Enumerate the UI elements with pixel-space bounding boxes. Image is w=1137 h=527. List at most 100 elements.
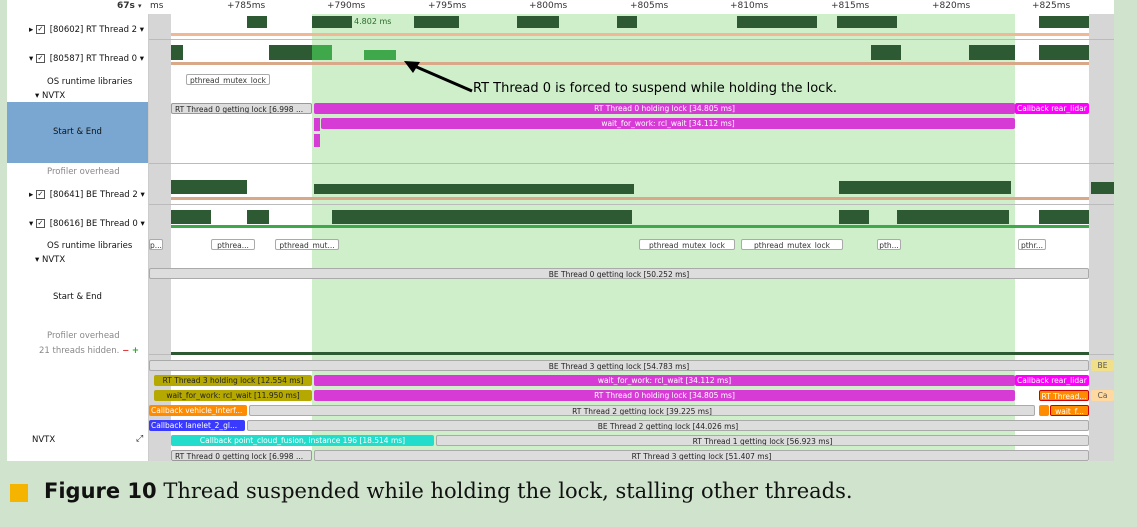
collapse-arrow-icon[interactable]: ▾: [29, 219, 33, 229]
nvtx-range[interactable]: RT Thread 0 getting lock [6.998 ...: [171, 450, 312, 461]
collapse-arrow-icon[interactable]: ▾: [35, 255, 39, 265]
time-ruler[interactable]: 67s ▾ ms +785ms +790ms +795ms +800ms +80…: [7, 0, 1114, 15]
checkbox-icon[interactable]: ✓: [35, 219, 45, 228]
start-end-label: Start & End: [53, 127, 102, 137]
os-runtime-call[interactable]: pthread_mutex_lock: [186, 74, 270, 85]
os-runtime-call[interactable]: p...: [149, 239, 163, 250]
nvtx-range[interactable]: BE Thread 3 getting lock [54.783 ms]: [149, 360, 1089, 371]
nvtx-range[interactable]: BE Thread 2 getting lock [44.026 ms]: [247, 420, 1089, 431]
nvtx-range[interactable]: BE Thread 0 getting lock [50.252 ms]: [149, 268, 1089, 279]
activity-block[interactable]: [839, 181, 1011, 194]
expand-icon[interactable]: ⤢: [136, 434, 143, 444]
activity-block[interactable]: [737, 16, 817, 28]
os-runtime-call[interactable]: pth...: [877, 239, 901, 250]
activity-block[interactable]: [364, 50, 396, 60]
activity-block[interactable]: [414, 16, 459, 28]
thread-label: [80587] RT Thread 0: [49, 54, 138, 64]
hidden-threads-label: 21 threads hidden.: [39, 346, 120, 356]
activity-block[interactable]: [314, 184, 634, 194]
tick-label: +795ms: [428, 1, 467, 11]
minus-icon[interactable]: −: [122, 346, 129, 356]
activity-block[interactable]: [171, 45, 183, 60]
chevron-down-icon[interactable]: ▾: [141, 219, 145, 229]
expand-arrow-icon[interactable]: ▸: [29, 25, 33, 35]
tick-label: +820ms: [932, 1, 971, 11]
activity-block[interactable]: [1039, 210, 1089, 224]
activity-block[interactable]: [839, 210, 869, 224]
nvtx-range[interactable]: RT Thread 3 holding lock [12.554 ms]: [154, 375, 312, 386]
activity-block[interactable]: [1039, 16, 1089, 28]
nvtx-range[interactable]: Ca: [1091, 390, 1114, 401]
os-runtime-call[interactable]: pthread_mutex_lock: [741, 239, 843, 250]
cpu-usage-strip: [171, 197, 1089, 200]
zoom-dropdown-icon[interactable]: ▾: [138, 2, 142, 10]
activity-block[interactable]: [247, 16, 267, 28]
nvtx-range[interactable]: Callback rear_lidar: [1015, 375, 1089, 386]
os-runtime-call[interactable]: pthread_mutex_lock: [639, 239, 735, 250]
annotation-arrow-icon: [404, 61, 473, 93]
cpu-usage-strip: [171, 33, 1089, 36]
activity-block[interactable]: [247, 210, 269, 224]
nvtx-marker[interactable]: [314, 118, 320, 131]
collapse-arrow-icon[interactable]: ▾: [35, 91, 39, 101]
nvtx-range[interactable]: wait_for_work: rcl_wait [34.112 ms]: [314, 375, 1015, 386]
nvtx-range[interactable]: BE: [1091, 360, 1114, 371]
nvtx-range[interactable]: RT Thread 0 getting lock [6.998 ...: [171, 103, 312, 114]
nvtx-range[interactable]: Callback vehicle_interf...: [149, 405, 247, 416]
checkbox-icon[interactable]: ✓: [35, 54, 45, 63]
activity-block[interactable]: [171, 180, 247, 194]
nvtx-range[interactable]: RT Thread 0 holding lock [34.805 ms]: [314, 103, 1015, 114]
chevron-down-icon[interactable]: ▾: [140, 54, 144, 64]
checkbox-icon[interactable]: ✓: [35, 25, 45, 34]
chevron-down-icon[interactable]: ▾: [141, 190, 145, 200]
nvtx-range[interactable]: wait_f...: [1050, 405, 1089, 416]
nvtx-range[interactable]: Callback point_cloud_fusion, instance 19…: [171, 435, 434, 446]
tick-label: +800ms: [529, 1, 568, 11]
os-runtime-call[interactable]: pthread_mut...: [275, 239, 339, 250]
cpu-usage-strip: [171, 62, 1089, 65]
activity-block[interactable]: [312, 45, 332, 60]
os-runtime-call[interactable]: pthrea...: [211, 239, 255, 250]
nvtx-marker[interactable]: [314, 134, 320, 147]
nvtx-range[interactable]: RT Thread 3 getting lock [51.407 ms]: [314, 450, 1089, 461]
zoom-level[interactable]: 67s: [117, 1, 135, 11]
plus-icon[interactable]: +: [132, 346, 139, 356]
nvtx-range[interactable]: wait_for_work: rcl_wait [34.112 ms]: [321, 118, 1015, 129]
os-runtime-call[interactable]: pthr...: [1018, 239, 1046, 250]
activity-block[interactable]: [871, 45, 901, 60]
nvtx-range[interactable]: RT Thread 0 holding lock [34.805 ms]: [314, 390, 1015, 401]
nvtx-range[interactable]: RT Thread...: [1039, 390, 1089, 401]
nvtx-range[interactable]: [1039, 405, 1049, 416]
nvtx-label: NVTX: [41, 91, 66, 101]
activity-block: [171, 352, 1089, 355]
activity-block[interactable]: [1091, 182, 1114, 194]
activity-block[interactable]: [617, 16, 637, 28]
activity-block[interactable]: [517, 16, 559, 28]
collapse-arrow-icon[interactable]: ▾: [29, 54, 33, 64]
chevron-down-icon[interactable]: ▾: [140, 25, 144, 35]
activity-block[interactable]: [171, 210, 211, 224]
tick-label: +785ms: [227, 1, 266, 11]
activity-block[interactable]: [312, 16, 352, 28]
caption-body: Thread suspended while holding the lock,…: [163, 479, 853, 503]
nvtx-range[interactable]: Callback rear_lidar: [1015, 103, 1089, 114]
nvtx-range[interactable]: RT Thread 2 getting lock [39.225 ms]: [249, 405, 1035, 416]
expand-arrow-icon[interactable]: ▸: [29, 190, 33, 200]
caption-marker-icon: [10, 484, 28, 502]
cpu-usage-strip: [171, 225, 1089, 228]
activity-block[interactable]: [1039, 45, 1089, 60]
row-divider: [149, 163, 1114, 164]
checkbox-icon[interactable]: ✓: [35, 190, 45, 199]
thread-label: [80641] BE Thread 2: [49, 190, 138, 200]
activity-block[interactable]: [332, 210, 632, 224]
activity-block[interactable]: [269, 45, 312, 60]
nvtx-range[interactable]: wait_for_work: rcl_wait [11.950 ms]: [154, 390, 312, 401]
nvtx-range[interactable]: Callback lanelet_2_gl...: [149, 420, 245, 431]
nvtx-range[interactable]: RT Thread 1 getting lock [56.923 ms]: [436, 435, 1089, 446]
start-end-selected[interactable]: Start & End: [7, 102, 148, 163]
activity-block[interactable]: [897, 210, 1009, 224]
tick-label: +790ms: [327, 1, 366, 11]
activity-block[interactable]: [837, 16, 897, 28]
figure-caption: Figure 10 Thread suspended while holding…: [0, 466, 1137, 527]
activity-block[interactable]: [969, 45, 1015, 60]
